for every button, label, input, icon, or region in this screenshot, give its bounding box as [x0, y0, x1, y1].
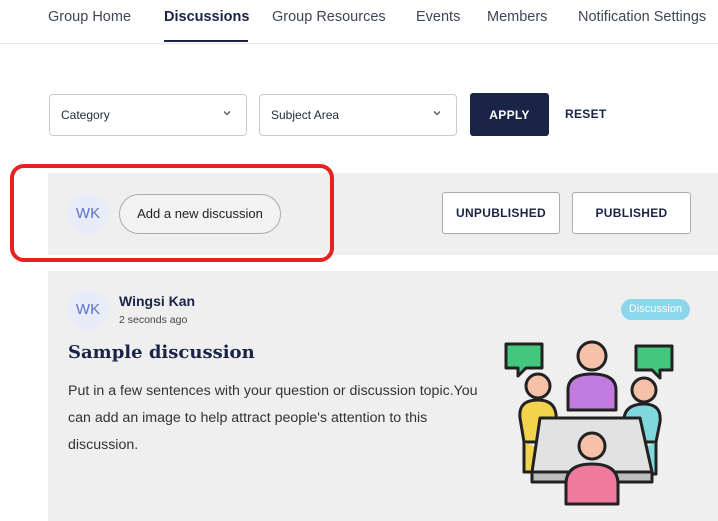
tab-events[interactable]: Events — [416, 9, 460, 25]
tab-notification-settings[interactable]: Notification Settings — [578, 9, 706, 25]
group-nav: Group Home Discussions Group Resources E… — [0, 0, 718, 44]
post-timestamp: 2 seconds ago — [119, 314, 188, 326]
subject-area-select[interactable]: Subject Area — [259, 94, 457, 136]
avatar: WK — [68, 194, 108, 234]
chevron-down-icon — [433, 111, 441, 116]
subject-area-select-label: Subject Area — [271, 108, 340, 122]
tab-group-home[interactable]: Group Home — [48, 9, 131, 25]
chevron-down-icon — [223, 111, 231, 116]
tab-group-resources[interactable]: Group Resources — [272, 9, 386, 25]
published-button[interactable]: PUBLISHED — [572, 192, 691, 234]
category-select[interactable]: Category — [49, 94, 247, 136]
category-badge: Discussion — [621, 299, 690, 320]
add-discussion-button[interactable]: Add a new discussion — [119, 194, 281, 234]
unpublished-button[interactable]: UNPUBLISHED — [442, 192, 560, 234]
tab-discussions[interactable]: Discussions — [164, 9, 249, 25]
tab-members[interactable]: Members — [487, 9, 547, 25]
post-body: Put in a few sentences with your questio… — [68, 383, 478, 453]
category-select-label: Category — [61, 108, 110, 122]
apply-button[interactable]: APPLY — [470, 93, 549, 136]
discussion-illustration — [504, 340, 674, 506]
active-tab-indicator — [164, 40, 248, 42]
author-name[interactable]: Wingsi Kan — [119, 293, 195, 309]
post-title[interactable]: Sample discussion — [68, 342, 255, 363]
author-avatar: WK — [68, 290, 108, 330]
reset-button[interactable]: RESET — [565, 107, 607, 121]
